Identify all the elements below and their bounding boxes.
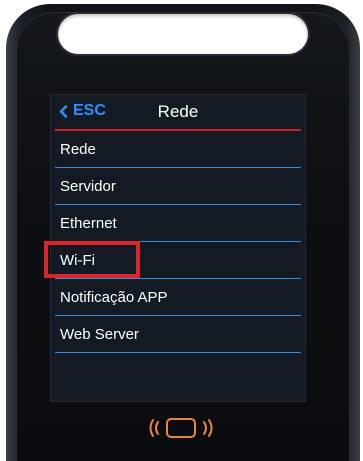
menu-item-wifi[interactable]: Wi-Fi bbox=[55, 242, 301, 279]
screen-header: ESC Rede bbox=[51, 95, 305, 129]
menu-item-label: Servidor bbox=[60, 177, 116, 195]
device-scene: ESC Rede Rede Servidor Ethernet Wi-Fi No… bbox=[0, 0, 363, 461]
terminal-screen: ESC Rede Rede Servidor Ethernet Wi-Fi No… bbox=[50, 94, 306, 402]
menu-item-label: Ethernet bbox=[60, 214, 117, 232]
menu-item-label: Wi-Fi bbox=[60, 251, 95, 269]
network-menu: Rede Servidor Ethernet Wi-Fi Notificação… bbox=[51, 131, 305, 353]
chevron-left-icon bbox=[59, 104, 68, 118]
terminal-top-slot bbox=[58, 14, 308, 54]
menu-item-ethernet[interactable]: Ethernet bbox=[55, 205, 301, 242]
menu-item-servidor[interactable]: Servidor bbox=[55, 168, 301, 205]
esc-back-button[interactable]: ESC bbox=[59, 102, 106, 120]
menu-item-web-server[interactable]: Web Server bbox=[55, 316, 301, 353]
menu-item-label: Notificação APP bbox=[60, 288, 168, 306]
menu-item-rede[interactable]: Rede bbox=[55, 131, 301, 168]
nfc-reader-icon bbox=[146, 414, 216, 442]
esc-label: ESC bbox=[73, 102, 106, 119]
menu-item-label: Web Server bbox=[60, 325, 139, 343]
menu-item-label: Rede bbox=[60, 140, 96, 158]
menu-item-notificacao-app[interactable]: Notificação APP bbox=[55, 279, 301, 316]
